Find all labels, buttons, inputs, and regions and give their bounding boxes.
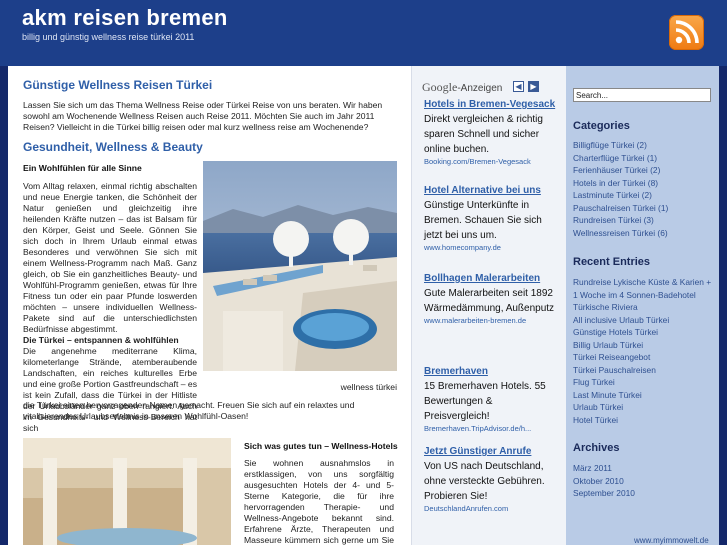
- recent-entry-link[interactable]: 1 Woche im 4 Sonnen-Badehotel: [573, 289, 715, 302]
- archive-link[interactable]: September 2010: [573, 487, 715, 500]
- sidebar: Categories Billigflüge Türkei (2) Charte…: [566, 66, 719, 545]
- ads-next-arrow-icon[interactable]: ▶: [528, 81, 539, 92]
- recent-entry-link[interactable]: Türkei Pauschalreisen: [573, 364, 715, 377]
- full-width-paragraph: die Türkei einen hervorragenden Namen ge…: [23, 400, 355, 421]
- spa-interior-photo: [23, 438, 231, 545]
- recent-entry-link[interactable]: Hotel Türkei: [573, 414, 715, 427]
- google-ads-label[interactable]: Google-Anzeigen: [422, 80, 502, 95]
- post-title[interactable]: Günstige Wellness Reisen Türkei: [23, 78, 212, 92]
- recent-entry-link[interactable]: Türkische Riviera: [573, 301, 715, 314]
- google-ads-column: Google-Anzeigen ◀ ▶ Hotels in Bremen-Veg…: [411, 66, 566, 545]
- recent-entry-link[interactable]: Rundreise Lykische Küste & Karien +: [573, 276, 715, 289]
- right-page-border: [719, 66, 727, 545]
- column-paragraph: Vom Alltag relaxen, einmal richtig absch…: [23, 181, 197, 434]
- archives-list: März 2011 Oktober 2010 September 2010: [573, 462, 715, 500]
- ad-body: Gute Malerarbeiten seit 1892 Wärmedämmun…: [424, 288, 555, 314]
- categories-list: Billigflüge Türkei (2) Charterflüge Türk…: [573, 139, 715, 239]
- image-caption: wellness türkei: [340, 382, 397, 392]
- site-title[interactable]: akm reisen bremen: [22, 5, 228, 31]
- site-tagline: billig und günstig wellness reise türkei…: [22, 32, 195, 42]
- archive-link[interactable]: März 2011: [573, 462, 715, 475]
- google-logo: Google: [422, 80, 458, 94]
- ad-body: Von US nach Deutschland, ohne versteckte…: [424, 461, 545, 502]
- ad-url[interactable]: Booking.com/Bremen-Vegesack: [424, 157, 558, 167]
- category-link[interactable]: Hotels in der Türkei (8): [573, 177, 715, 190]
- ad-url[interactable]: www.malerarbeiten-bremen.de: [424, 316, 558, 326]
- category-link[interactable]: Charterflüge Türkei (1): [573, 152, 715, 165]
- site-header: akm reisen bremen billig und günstig wel…: [0, 0, 727, 66]
- recent-entries-list: Rundreise Lykische Küste & Karien + 1 Wo…: [573, 276, 715, 426]
- ad-item[interactable]: Jetzt Günstiger Anrufe Von US nach Deuts…: [424, 445, 558, 514]
- recent-entry-link[interactable]: Flug Türkei: [573, 376, 715, 389]
- recent-entry-link[interactable]: Türkei Reiseangebot: [573, 351, 715, 364]
- column-text: Vom Alltag relaxen, einmal richtig absch…: [23, 181, 197, 334]
- ad-title[interactable]: Bremerhaven: [424, 365, 558, 379]
- ad-title[interactable]: Bollhagen Malerarbeiten: [424, 272, 558, 286]
- ad-item[interactable]: Bollhagen Malerarbeiten Gute Malerarbeit…: [424, 272, 558, 326]
- ad-body: Direkt vergleichen & richtig sparen Schn…: [424, 114, 543, 155]
- ad-body: 15 Bremerhaven Hotels. 55 Bewertungen & …: [424, 381, 546, 422]
- ad-item[interactable]: Bremerhaven 15 Bremerhaven Hotels. 55 Be…: [424, 365, 558, 434]
- category-link[interactable]: Billigflüge Türkei (2): [573, 139, 715, 152]
- ad-title[interactable]: Jetzt Günstiger Anrufe: [424, 445, 558, 459]
- ad-title[interactable]: Hotel Alternative bei uns: [424, 184, 558, 198]
- category-link[interactable]: Pauschalreisen Türkei (1): [573, 202, 715, 215]
- ad-title[interactable]: Hotels in Bremen-Vegesack: [424, 98, 558, 112]
- category-link[interactable]: Lastminute Türkei (2): [573, 189, 715, 202]
- ad-body: Günstige Unterkünfte in Bremen. Schauen …: [424, 200, 542, 241]
- section-subheading-2: Sich was gutes tun – Wellness-Hotels: [244, 441, 398, 451]
- recent-entry-link[interactable]: Last Minute Türkei: [573, 389, 715, 402]
- section-title: Gesundheit, Wellness & Beauty: [23, 140, 203, 154]
- ad-url[interactable]: Bremerhaven.TripAdvisor.de/h...: [424, 424, 558, 434]
- intro-paragraph: Lassen Sie sich um das Thema Wellness Re…: [23, 100, 383, 132]
- category-link[interactable]: Wellnessreisen Türkei (6): [573, 227, 715, 240]
- archive-link[interactable]: Oktober 2010: [573, 475, 715, 488]
- recent-entry-link[interactable]: All inclusive Urlaub Türkei: [573, 314, 715, 327]
- recent-entries-heading: Recent Entries: [573, 256, 651, 268]
- section-subheading: Ein Wohlfühlen für alle Sinne: [23, 163, 142, 173]
- column2-paragraph: Sie wohnen ausnahmslos in erstklassigen,…: [244, 458, 394, 545]
- category-link[interactable]: Ferienhäuser Türkei (2): [573, 164, 715, 177]
- ad-item[interactable]: Hotels in Bremen-Vegesack Direkt verglei…: [424, 98, 558, 167]
- ad-url[interactable]: www.homecompany.de: [424, 243, 558, 253]
- search-input[interactable]: [573, 88, 711, 102]
- categories-heading: Categories: [573, 120, 630, 132]
- main-content: Günstige Wellness Reisen Türkei Lassen S…: [8, 66, 411, 545]
- recent-entry-link[interactable]: Günstige Hotels Türkei: [573, 326, 715, 339]
- rss-feed-icon[interactable]: [669, 15, 704, 50]
- ad-url[interactable]: DeutschlandAnrufen.com: [424, 504, 558, 514]
- column-highlight: Die Türkei – entspannen & wohlfühlen: [23, 335, 179, 345]
- recent-entry-link[interactable]: Urlaub Türkei: [573, 401, 715, 414]
- wellness-pool-photo: [203, 161, 397, 371]
- archives-heading: Archives: [573, 442, 620, 454]
- ad-item[interactable]: Hotel Alternative bei uns Günstige Unter…: [424, 184, 558, 253]
- recent-entry-link[interactable]: Billig Urlaub Türkei: [573, 339, 715, 352]
- footer-link[interactable]: www.myimmowelt.de: [634, 536, 709, 545]
- category-link[interactable]: Rundreisen Türkei (3): [573, 214, 715, 227]
- ads-prev-arrow-icon[interactable]: ◀: [513, 81, 524, 92]
